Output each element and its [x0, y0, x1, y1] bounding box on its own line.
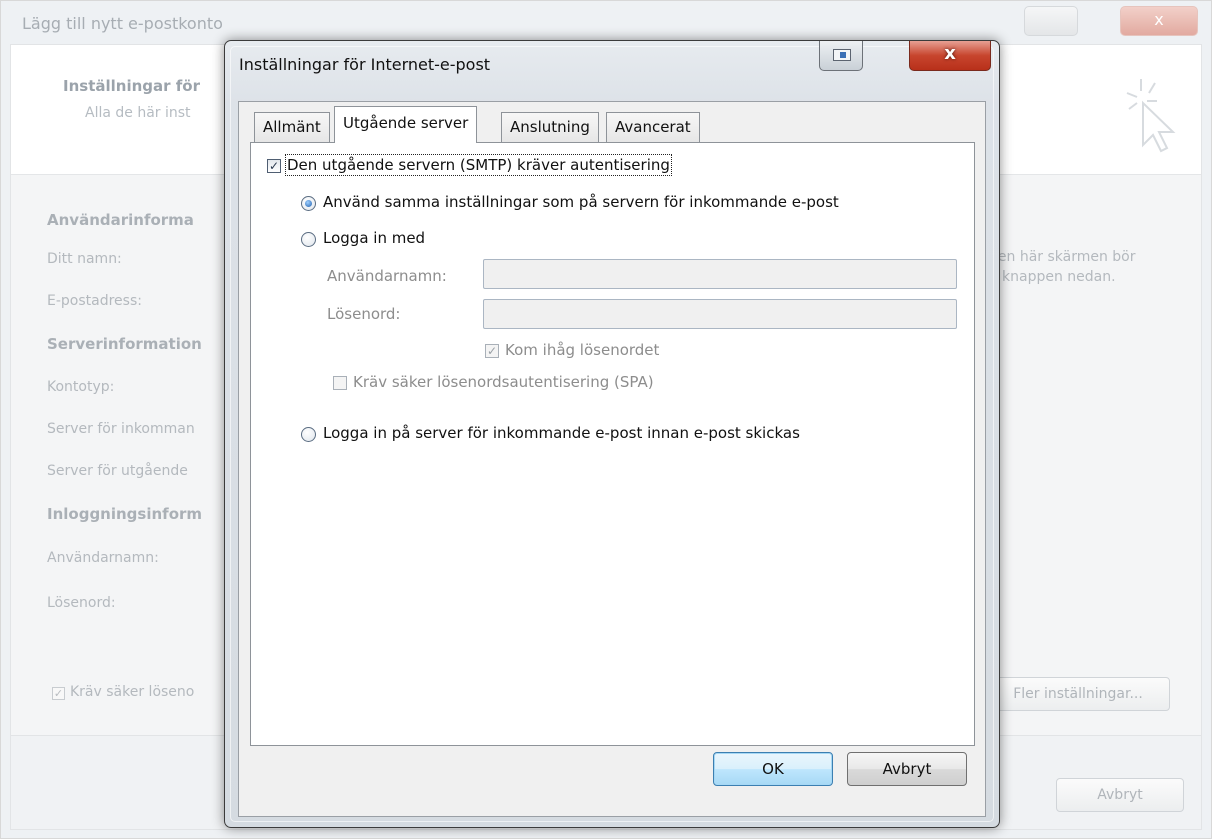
- background-server-info-heading: Serverinformation: [47, 335, 202, 353]
- tab-outgoing-server[interactable]: Utgående server: [334, 106, 478, 143]
- background-more-settings-button: Fler inställningar...: [986, 677, 1170, 711]
- close-icon: x: [944, 43, 956, 64]
- background-your-name-label: Ditt namn:: [47, 251, 122, 267]
- background-header-subtitle: Alla de här inst: [85, 105, 191, 121]
- dialog-title: Inställningar för Internet-e-post: [239, 55, 491, 74]
- login-with-radio[interactable]: [301, 232, 316, 247]
- login-with-label[interactable]: Logga in med: [323, 229, 425, 247]
- dialog-help-button[interactable]: [819, 41, 863, 71]
- background-instructions-line-2: å knappen nedan.: [989, 269, 1116, 285]
- background-close-button: x: [1120, 6, 1198, 36]
- background-spa-label: Kräv säker löseno: [70, 684, 195, 700]
- remember-password-checkbox[interactable]: ✓: [485, 344, 499, 358]
- background-outgoing-server-label: Server för utgående: [47, 463, 188, 479]
- require-spa-checkbox[interactable]: [333, 376, 347, 390]
- cursor-sparkle-icon: [1126, 79, 1176, 153]
- password-input[interactable]: [483, 299, 957, 329]
- background-window-title: Lägg till nytt e-postkonto: [22, 14, 223, 33]
- tab-advanced[interactable]: Avancerat: [606, 112, 700, 142]
- close-icon: x: [1154, 10, 1164, 29]
- checkmark-icon: ✓: [53, 687, 64, 700]
- background-account-type-label: Kontotyp:: [47, 379, 115, 395]
- internet-email-settings-dialog: Inställningar för Internet-e-post x Allm…: [224, 40, 1000, 828]
- password-label: Lösenord:: [327, 305, 401, 323]
- checkmark-icon: ✓: [486, 344, 498, 358]
- background-maximize-button: [1024, 6, 1078, 36]
- background-spa-checkbox: ✓: [52, 687, 65, 700]
- remember-password-label[interactable]: Kom ihåg lösenordet: [505, 341, 659, 359]
- background-email-label: E-postadress:: [47, 293, 142, 309]
- same-settings-label[interactable]: Använd samma inställningar som på server…: [323, 193, 839, 211]
- background-user-info-heading: Användarinforma: [47, 211, 194, 229]
- dialog-close-button[interactable]: x: [909, 41, 991, 71]
- dialog-body: Allmänt Utgående server Anslutning Avanc…: [238, 101, 986, 817]
- ok-button[interactable]: OK: [713, 752, 833, 786]
- background-username-label: Användarnamn:: [47, 550, 159, 566]
- background-incoming-server-label: Server för inkomman: [47, 421, 195, 437]
- tab-general[interactable]: Allmänt: [254, 112, 330, 142]
- background-cancel-button: Avbryt: [1056, 778, 1184, 812]
- smtp-auth-label[interactable]: Den utgående servern (SMTP) kräver auten…: [285, 154, 672, 176]
- outgoing-server-tab-panel: ✓ Den utgående servern (SMTP) kräver aut…: [250, 142, 975, 746]
- require-spa-label[interactable]: Kräv säker lösenordsautentisering (SPA): [353, 373, 654, 391]
- smtp-auth-checkbox[interactable]: ✓: [267, 159, 281, 173]
- same-settings-radio[interactable]: [301, 196, 316, 211]
- window-icon: [833, 49, 851, 61]
- username-input[interactable]: [483, 259, 957, 289]
- background-instructions-line-1: den här skärmen bör: [989, 249, 1136, 265]
- background-password-label: Lösenord:: [47, 595, 116, 611]
- cancel-button[interactable]: Avbryt: [847, 752, 967, 786]
- username-label: Användarnamn:: [327, 267, 447, 285]
- tab-connection[interactable]: Anslutning: [501, 112, 599, 142]
- login-before-send-radio[interactable]: [301, 427, 316, 442]
- checkmark-icon: ✓: [268, 159, 280, 173]
- background-header-title: Inställningar för: [63, 77, 200, 95]
- background-login-info-heading: Inloggningsinform: [47, 505, 203, 523]
- login-before-send-label[interactable]: Logga in på server för inkommande e-post…: [323, 424, 800, 442]
